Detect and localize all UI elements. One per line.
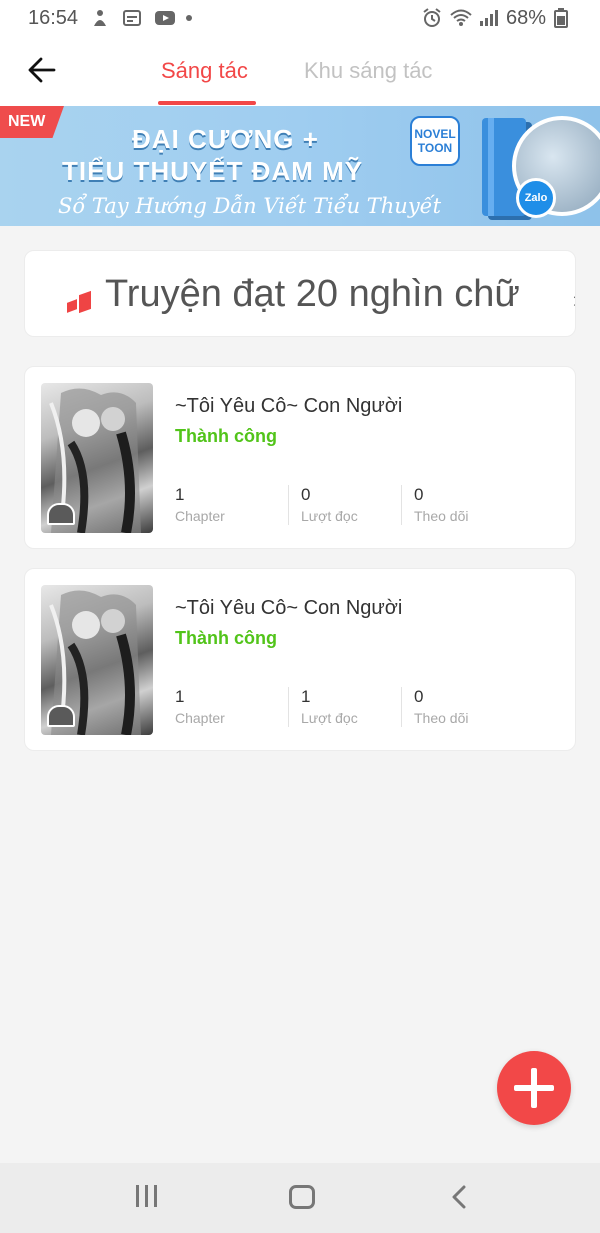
chat-bubble-icon bbox=[47, 503, 75, 525]
story-status: Thành công bbox=[175, 628, 277, 648]
app-header: Sáng tác Khu sáng tác bbox=[0, 36, 600, 106]
noveltoon-logo: NOVEL TOON bbox=[410, 116, 460, 166]
battery-percent: 68% bbox=[505, 6, 546, 29]
story-cover-image bbox=[41, 585, 153, 735]
home-button[interactable] bbox=[289, 1185, 315, 1209]
milestone-card[interactable]: Truyện đạt 20 nghìn chữ › bbox=[24, 250, 576, 337]
stat-label: Lượt đọc bbox=[301, 508, 358, 524]
story-card[interactable]: ~Tôi Yêu Cô~ Con Người Thành công 1 Chap… bbox=[24, 568, 576, 751]
banner-subtitle: Sổ Tay Hướng Dẫn Viết Tiểu Thuyết bbox=[58, 194, 442, 218]
battery-icon bbox=[554, 8, 574, 28]
recents-button[interactable] bbox=[136, 1185, 158, 1207]
tab-sang-tac[interactable]: Sáng tác bbox=[161, 58, 248, 84]
stat-value: 1 bbox=[175, 485, 185, 504]
create-story-fab[interactable] bbox=[497, 1051, 571, 1125]
chat-bubble-icon bbox=[47, 705, 75, 727]
story-status: Thành công bbox=[175, 426, 277, 446]
stat-label: Theo dõi bbox=[414, 508, 469, 524]
milestone-text: Truyện đạt 20 nghìn chữ bbox=[105, 273, 520, 315]
story-stats: 1 Chapter 1 Lượt đọc 0 Theo dõi bbox=[175, 687, 514, 727]
stat-chapter: 1 Chapter bbox=[175, 687, 288, 727]
banner-headline-1: ĐẠI CƯƠNG + bbox=[132, 124, 319, 154]
notification-more-dot-icon bbox=[186, 15, 193, 21]
back-button[interactable] bbox=[22, 50, 62, 90]
system-back-button[interactable] bbox=[450, 1185, 470, 1209]
story-cover-image bbox=[41, 383, 153, 533]
stat-label: Lượt đọc bbox=[301, 710, 358, 726]
story-stats: 1 Chapter 0 Lượt đọc 0 Theo dõi bbox=[175, 485, 514, 525]
notification-youtube-icon bbox=[154, 8, 176, 28]
stat-value: 1 bbox=[175, 687, 185, 706]
notification-person-icon bbox=[90, 8, 110, 28]
stat-value: 1 bbox=[301, 687, 311, 706]
logo-text-top: NOVEL bbox=[414, 127, 456, 141]
new-badge: NEW bbox=[0, 106, 64, 138]
stat-value: 0 bbox=[414, 485, 424, 504]
stat-followers: 0 Theo dõi bbox=[401, 687, 514, 727]
signal-icon bbox=[478, 8, 498, 28]
stat-label: Theo dõi bbox=[414, 710, 469, 726]
zalo-badge: Zalo bbox=[516, 178, 556, 218]
chart-bars-icon bbox=[65, 290, 93, 314]
chevron-right-icon: › bbox=[573, 287, 575, 313]
status-time: 16:54 bbox=[28, 6, 79, 29]
active-tab-indicator bbox=[158, 101, 256, 105]
chevron-left-icon bbox=[452, 1185, 466, 1209]
stat-followers: 0 Theo dõi bbox=[401, 485, 514, 525]
tab-khu-sang-tac[interactable]: Khu sáng tác bbox=[304, 58, 432, 84]
wifi-icon bbox=[450, 8, 472, 28]
promo-banner[interactable]: NEW ĐẠI CƯƠNG + TIỂU THUYẾT ĐAM MỸ Sổ Ta… bbox=[0, 106, 600, 226]
stat-label: Chapter bbox=[175, 508, 225, 524]
stat-value: 0 bbox=[414, 687, 424, 706]
status-bar: 16:54 68% bbox=[0, 0, 600, 36]
stat-chapter: 1 Chapter bbox=[175, 485, 288, 525]
story-title: ~Tôi Yêu Cô~ Con Người bbox=[175, 395, 403, 417]
story-card[interactable]: ~Tôi Yêu Cô~ Con Người Thành công 1 Chap… bbox=[24, 366, 576, 549]
notification-calendar-icon bbox=[122, 8, 142, 28]
stat-reads: 0 Lượt đọc bbox=[288, 485, 401, 525]
logo-text-bottom: TOON bbox=[417, 141, 453, 155]
banner-headline-2: TIỂU THUYẾT ĐAM MỸ bbox=[62, 156, 364, 186]
system-nav-bar bbox=[0, 1163, 600, 1233]
alarm-icon bbox=[422, 8, 442, 28]
stat-reads: 1 Lượt đọc bbox=[288, 687, 401, 727]
stat-label: Chapter bbox=[175, 710, 225, 726]
story-title: ~Tôi Yêu Cô~ Con Người bbox=[175, 597, 403, 619]
arrow-left-icon bbox=[28, 57, 56, 83]
stat-value: 0 bbox=[301, 485, 311, 504]
